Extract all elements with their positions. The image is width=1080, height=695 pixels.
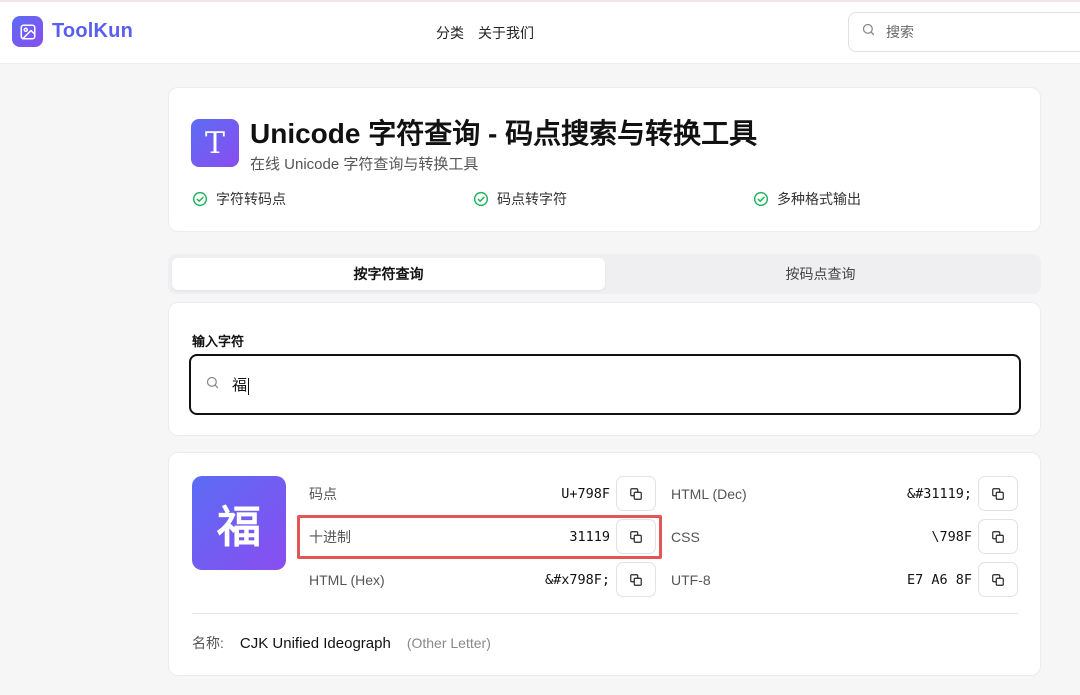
page-title: Unicode 字符查询 - 码点搜索与转换工具 [250, 118, 758, 149]
character-input-value: 福 [232, 377, 250, 395]
tool-intro-card: T Unicode 字符查询 - 码点搜索与转换工具 在线 Unicode 字符… [168, 87, 1041, 232]
prop-codepoint: 码点 U+798F [309, 476, 656, 512]
input-label: 输入字符 [192, 334, 245, 349]
copy-icon [992, 487, 1004, 500]
copy-utf8-button[interactable] [978, 562, 1018, 597]
page-subtitle: 在线 Unicode 字符查询与转换工具 [250, 156, 479, 173]
name-label: 名称: [192, 635, 224, 651]
copy-icon [992, 573, 1004, 586]
copy-css-button[interactable] [978, 519, 1018, 554]
search-input[interactable] [886, 24, 1066, 40]
text-tool-icon: T [191, 119, 239, 167]
top-header: ToolKun 分类 关于我们 [0, 2, 1080, 64]
character-name-row: 名称: CJK Unified Ideograph (Other Letter) [192, 633, 491, 653]
character-category: (Other Letter) [406, 635, 491, 651]
header-search[interactable] [848, 12, 1080, 52]
check-circle-icon [473, 191, 489, 207]
feature-multi-format: 多种格式输出 [753, 189, 861, 209]
feature-codepoint-to-char: 码点转字符 [473, 189, 567, 209]
main-nav: 分类 关于我们 [436, 23, 534, 43]
brand-name: ToolKun [52, 20, 133, 42]
text-caret [248, 377, 250, 395]
copy-icon [630, 573, 642, 586]
search-icon [861, 22, 876, 42]
prop-css: CSS \798F [671, 519, 1018, 555]
feature-char-to-codepoint: 字符转码点 [192, 189, 286, 209]
check-circle-icon [192, 191, 208, 207]
divider [192, 613, 1018, 614]
nav-item-about[interactable]: 关于我们 [478, 23, 534, 43]
copy-html-dec-button[interactable] [978, 476, 1018, 511]
result-card: 福 码点 U+798F 十进制 31119 HTML (Hex) &#x798F… [168, 452, 1041, 676]
prop-html-hex: HTML (Hex) &#x798F; [309, 562, 656, 598]
prop-utf8: UTF-8 E7 A6 8F [671, 562, 1018, 598]
copy-icon [630, 487, 642, 500]
image-icon [12, 16, 43, 47]
character-name: CJK Unified Ideograph [239, 635, 391, 652]
character-input[interactable]: 福 [189, 354, 1021, 415]
brand-logo[interactable]: ToolKun [12, 16, 133, 47]
prop-html-dec: HTML (Dec) &#31119; [671, 476, 1018, 512]
check-circle-icon [753, 191, 769, 207]
tab-by-character[interactable]: 按字符查询 [172, 258, 605, 290]
copy-html-hex-button[interactable] [616, 562, 656, 597]
nav-item-categories[interactable]: 分类 [436, 23, 464, 43]
query-mode-tabs: 按字符查询 按码点查询 [168, 254, 1041, 294]
character-preview: 福 [192, 476, 286, 570]
copy-codepoint-button[interactable] [616, 476, 656, 511]
character-input-card: 输入字符 福 [168, 302, 1041, 436]
search-icon [205, 375, 220, 395]
tab-by-codepoint[interactable]: 按码点查询 [604, 258, 1037, 290]
highlight-box [297, 515, 662, 559]
copy-icon [992, 530, 1004, 543]
